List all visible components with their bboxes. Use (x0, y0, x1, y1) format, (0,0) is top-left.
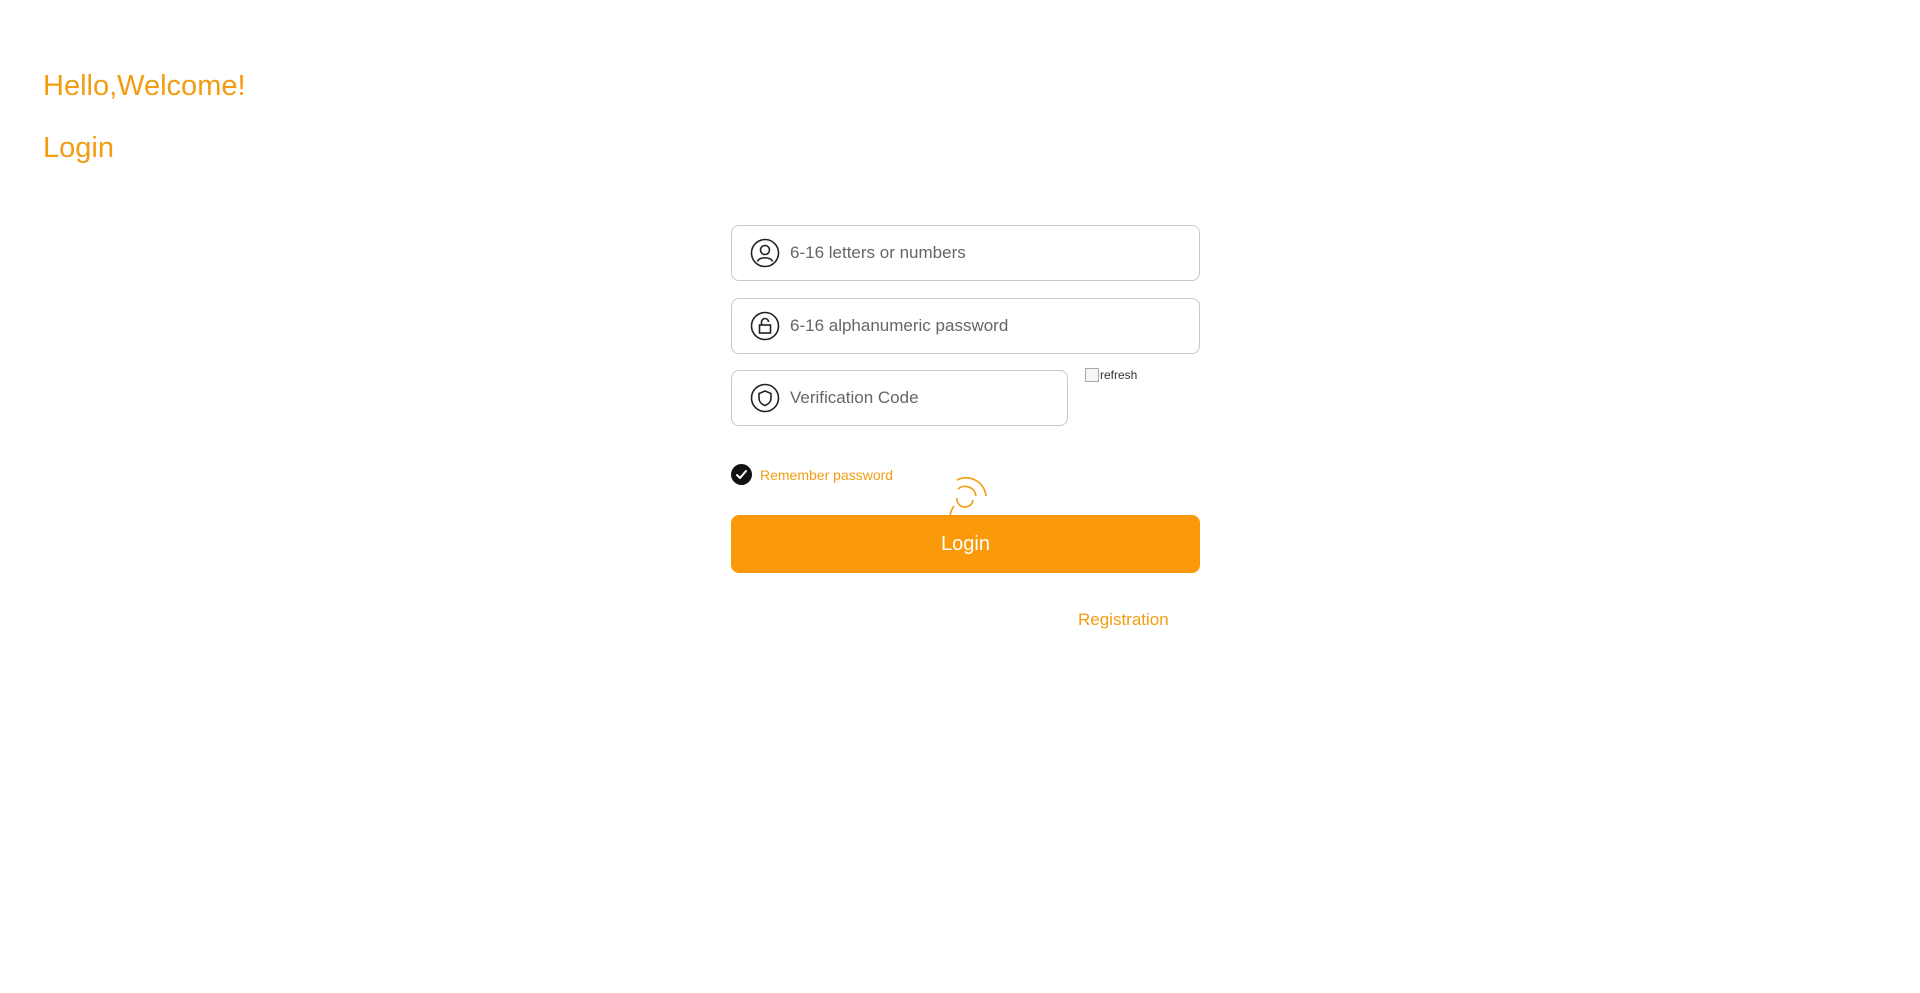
verification-code-field[interactable] (731, 370, 1068, 426)
remember-password-label: Remember password (760, 466, 894, 483)
verification-code-input[interactable] (788, 370, 1067, 426)
username-field[interactable] (731, 225, 1200, 281)
broken-image-icon (1085, 368, 1099, 382)
remember-password-checkbox[interactable]: Remember password (731, 464, 893, 485)
registration-link[interactable]: Registration (1078, 610, 1169, 630)
captcha-image-alt: refresh (1100, 368, 1138, 382)
checkmark-icon[interactable] (731, 464, 752, 485)
lock-icon (750, 311, 780, 341)
shield-icon (750, 383, 780, 413)
login-button[interactable]: Login (731, 515, 1200, 573)
password-field[interactable] (731, 298, 1200, 354)
captcha-image[interactable]: refresh (1085, 368, 1137, 382)
username-input[interactable] (788, 225, 1199, 281)
password-input[interactable] (788, 298, 1199, 354)
welcome-greeting: Hello,Welcome! (43, 70, 246, 102)
loading-spinner-icon (949, 477, 987, 518)
page-title: Login (43, 132, 114, 164)
user-icon (750, 238, 780, 268)
